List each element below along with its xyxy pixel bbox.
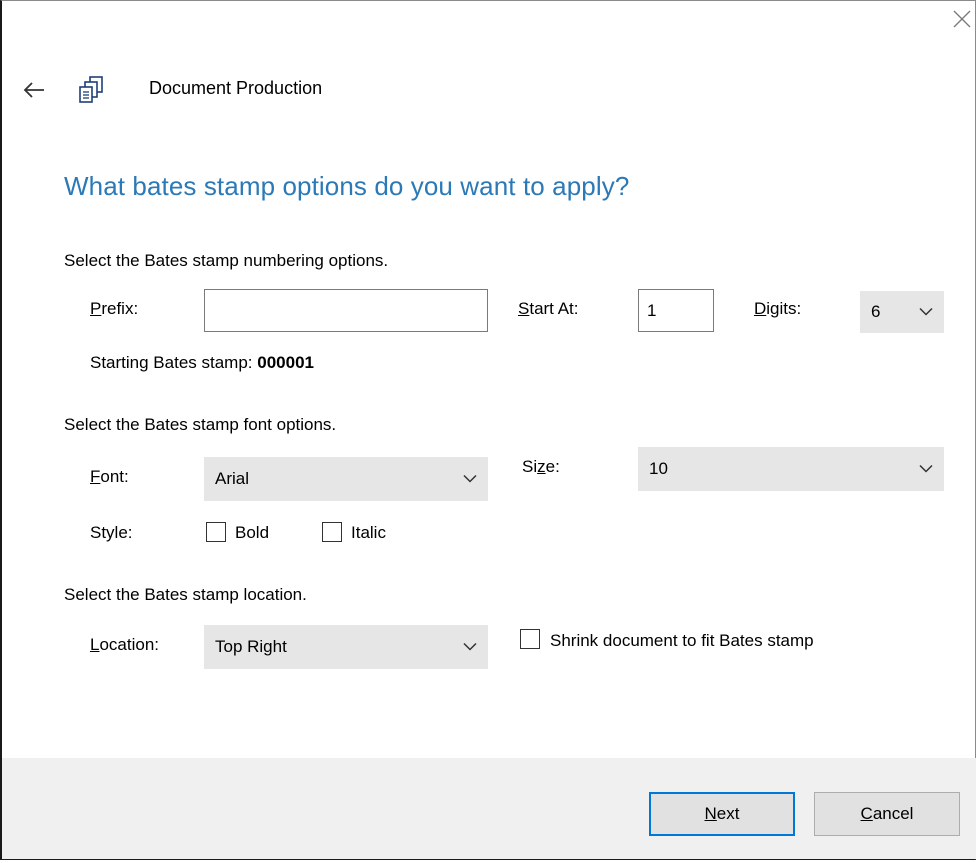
starting-bates-value: 000001 bbox=[257, 353, 314, 372]
numbering-section-label: Select the Bates stamp numbering options… bbox=[64, 251, 389, 270]
prefix-label: Prefix: bbox=[90, 299, 139, 318]
font-select[interactable]: Arial bbox=[204, 457, 488, 501]
digits-select[interactable]: 6 bbox=[860, 291, 944, 333]
starting-bates-stamp: Starting Bates stamp: 000001 bbox=[90, 353, 314, 372]
font-section-label: Select the Bates stamp font options. bbox=[64, 415, 337, 434]
close-icon[interactable] bbox=[950, 7, 974, 31]
font-value: Arial bbox=[215, 469, 250, 488]
start-at-label: Start At: bbox=[518, 299, 579, 318]
digits-label: Digits: bbox=[754, 299, 802, 318]
size-value: 10 bbox=[649, 459, 668, 478]
bold-label: Bold bbox=[235, 523, 270, 542]
prefix-input[interactable] bbox=[204, 289, 488, 332]
size-select[interactable]: 10 bbox=[638, 447, 944, 491]
dialog-footer: Next Cancel bbox=[2, 758, 976, 859]
window-title: Document Production bbox=[149, 78, 323, 98]
document-production-dialog: Document Production What bates stamp opt… bbox=[0, 0, 976, 860]
start-at-input[interactable] bbox=[638, 289, 714, 332]
location-value: Top Right bbox=[215, 637, 287, 656]
chevron-down-icon bbox=[463, 474, 477, 483]
location-label: Location: bbox=[90, 635, 160, 654]
italic-checkbox[interactable] bbox=[322, 522, 342, 542]
chevron-down-icon bbox=[919, 464, 933, 473]
style-label: Style: bbox=[90, 523, 133, 542]
shrink-document-checkbox[interactable] bbox=[520, 629, 540, 649]
location-select[interactable]: Top Right bbox=[204, 625, 488, 669]
next-button[interactable]: Next bbox=[649, 792, 795, 836]
page-heading: What bates stamp options do you want to … bbox=[64, 171, 630, 201]
cancel-button[interactable]: Cancel bbox=[814, 792, 960, 836]
location-section-label: Select the Bates stamp location. bbox=[64, 585, 307, 604]
italic-label: Italic bbox=[351, 523, 386, 542]
size-label: Size: bbox=[522, 457, 560, 476]
document-production-icon bbox=[79, 76, 103, 103]
font-label: Font: bbox=[90, 467, 129, 486]
back-arrow-icon[interactable] bbox=[22, 79, 46, 101]
bold-checkbox[interactable] bbox=[206, 522, 226, 542]
digits-value: 6 bbox=[871, 302, 881, 321]
shrink-document-label: Shrink document to fit Bates stamp bbox=[550, 631, 814, 650]
chevron-down-icon bbox=[919, 307, 933, 316]
chevron-down-icon bbox=[463, 642, 477, 651]
